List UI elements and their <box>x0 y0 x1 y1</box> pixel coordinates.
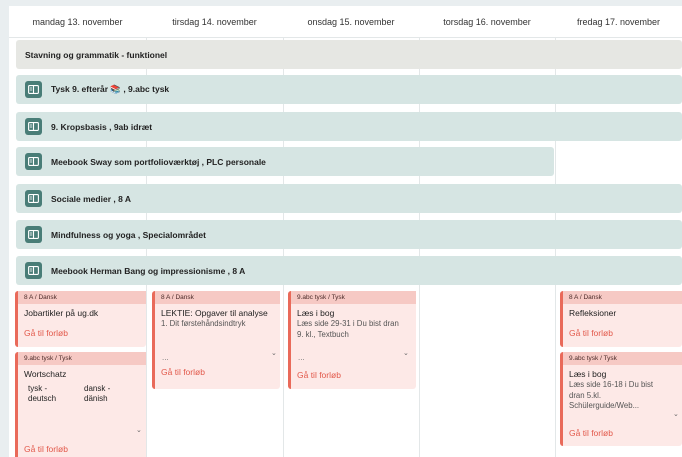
course-bar-label: 9. Kropsbasis , 9ab idræt <box>51 121 153 132</box>
card-title: Refleksioner <box>569 308 617 318</box>
go-to-course-link[interactable]: Gå til forløb <box>563 328 619 338</box>
chevron-down-icon[interactable]: ⌄ <box>136 426 142 434</box>
course-bar-label: Mindfulness og yoga , Specialområdet <box>51 229 206 240</box>
course-bar-label: Meebook Sway som portfolioværktøj , PLC … <box>51 156 266 167</box>
truncation-dots: ... <box>298 353 305 362</box>
day-header-tuesday: tirsdag 14. november <box>146 6 283 38</box>
vocab-col-danish: dansk - dänish <box>84 384 111 403</box>
course-bar-tysk[interactable]: Tysk 9. efterår 📚 , 9.abc tysk <box>16 75 682 104</box>
vocab-columns: tysk - deutsch dansk - dänish <box>18 380 146 404</box>
go-to-course-link[interactable]: Gå til forløb <box>18 328 74 338</box>
card-header: 9.abc tysk / Tysk <box>291 291 416 304</box>
course-bar-label: Stavning og grammatik - funktionel <box>25 49 168 60</box>
card-title: LEKTIE: Opgaver til analyse <box>161 308 268 318</box>
calendar-frame: mandag 13. november tirsdag 14. november… <box>0 0 682 457</box>
card-title: Wortschatz <box>24 369 67 379</box>
book-open-icon <box>25 153 42 170</box>
book-open-icon <box>25 118 42 135</box>
chevron-down-icon[interactable]: ⌄ <box>271 349 277 357</box>
card-description: Læs side 16-18 i Du bist dran 5.kl. Schü… <box>569 380 654 410</box>
card-header: 8 A / Dansk <box>18 291 146 304</box>
course-bar-label: Sociale medier , 8 A <box>51 193 131 204</box>
course-bar-label: Tysk 9. efterår 📚 , 9.abc tysk <box>51 84 170 94</box>
course-bar-mindfulness[interactable]: Mindfulness og yoga , Specialområdet <box>16 220 682 249</box>
lesson-card[interactable]: 8 A / Dansk Refleksioner Gå til forløb <box>560 291 682 347</box>
week-grid: mandag 13. november tirsdag 14. november… <box>9 6 682 457</box>
card-title: Læs i bog <box>569 369 607 379</box>
card-description: Læs side 29-31 i Du bist dran 9. kl., Te… <box>297 319 399 339</box>
card-title: Jobartikler på ug.dk <box>24 308 99 318</box>
course-bar-meebook-sway[interactable]: Meebook Sway som portfolioværktøj , PLC … <box>16 147 554 176</box>
lesson-card[interactable]: 9.abc tysk / Tysk Læs i bog Læs side 16-… <box>560 352 682 446</box>
go-to-course-link[interactable]: Gå til forløb <box>155 367 211 377</box>
day-header-wednesday: onsdag 15. november <box>283 6 419 38</box>
lesson-card[interactable]: 9.abc tysk / Tysk Wortschatz tysk - deut… <box>15 352 146 457</box>
vocab-col-german: tysk - deutsch <box>28 384 57 403</box>
course-bar-kropsbasis[interactable]: 9. Kropsbasis , 9ab idræt <box>16 112 682 141</box>
course-bar-sociale-medier[interactable]: Sociale medier , 8 A <box>16 184 682 213</box>
card-title: Læs i bog <box>297 308 335 318</box>
book-open-icon <box>25 262 42 279</box>
lesson-card[interactable]: 9.abc tysk / Tysk Læs i bog Læs side 29-… <box>288 291 416 389</box>
card-description: 1. Dit førstehåndsindtryk <box>161 319 246 328</box>
chevron-down-icon[interactable]: ⌄ <box>673 410 679 418</box>
course-bar-herman-bang[interactable]: Meebook Herman Bang og impressionisme , … <box>16 256 682 285</box>
go-to-course-link[interactable]: Gå til forløb <box>18 444 74 454</box>
day-header-thursday: torsdag 16. november <box>419 6 555 38</box>
book-open-icon <box>25 81 42 98</box>
book-open-icon <box>25 226 42 243</box>
day-header-monday: mandag 13. november <box>9 6 146 38</box>
lesson-card[interactable]: 8 A / Dansk Jobartikler på ug.dk Gå til … <box>15 291 146 347</box>
card-header: 9.abc tysk / Tysk <box>563 352 682 365</box>
go-to-course-link[interactable]: Gå til forløb <box>563 428 619 438</box>
go-to-course-link[interactable]: Gå til forløb <box>291 370 347 380</box>
chevron-down-icon[interactable]: ⌄ <box>403 349 409 357</box>
course-bar-stavning[interactable]: Stavning og grammatik - funktionel <box>16 40 682 69</box>
card-header: 8 A / Dansk <box>155 291 280 304</box>
truncation-dots: ... <box>162 353 169 362</box>
day-header-friday: fredag 17. november <box>555 6 682 38</box>
card-header: 9.abc tysk / Tysk <box>18 352 146 365</box>
lesson-card[interactable]: 8 A / Dansk LEKTIE: Opgaver til analyse … <box>152 291 280 389</box>
card-header: 8 A / Dansk <box>563 291 682 304</box>
course-bar-label: Meebook Herman Bang og impressionisme , … <box>51 265 246 276</box>
book-open-icon <box>25 190 42 207</box>
